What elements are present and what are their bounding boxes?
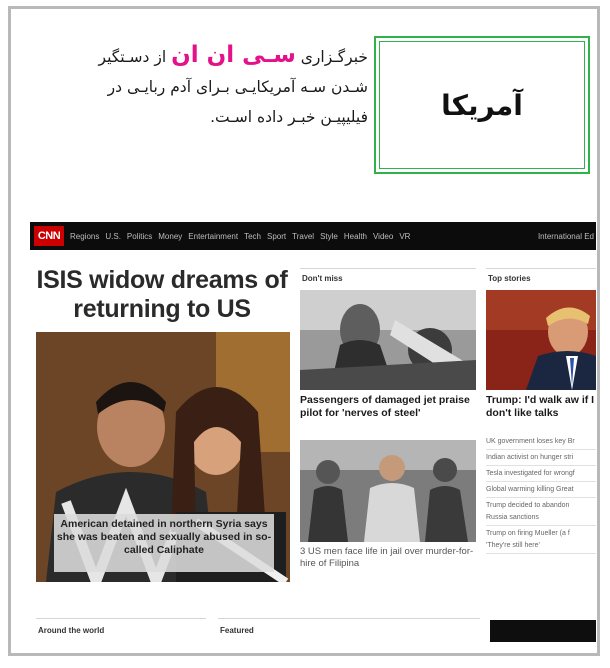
cnn-screenshot: CNN Regions U.S. Politics Money Entertai…: [30, 222, 596, 642]
jet-story-photo[interactable]: [300, 290, 476, 390]
around-world-label: Around the world: [38, 626, 105, 635]
section-divider: [36, 618, 206, 619]
list-item[interactable]: Global warming killing Great: [486, 482, 596, 498]
brand-name: سـی ان ان: [171, 42, 296, 68]
list-item[interactable]: Trump on firing Mueller (a f: [486, 526, 596, 538]
list-item[interactable]: 'They're still here': [486, 538, 596, 554]
top-stories-list: UK government loses key Br Indian activi…: [486, 434, 596, 554]
jet-photo-art: [300, 290, 476, 390]
caption-text-start: خبرگـزاری: [295, 48, 368, 66]
nav-item[interactable]: Sport: [267, 232, 286, 241]
list-item[interactable]: UK government loses key Br: [486, 434, 596, 450]
country-label: آمریکا: [441, 88, 523, 122]
lead-story-caption[interactable]: American detained in northern Syria says…: [54, 514, 274, 572]
edition-selector[interactable]: International Ed: [538, 222, 594, 250]
nav-item[interactable]: Video: [373, 232, 393, 241]
list-item[interactable]: Trump decided to abandon: [486, 498, 596, 510]
caption-line-2: شـدن سـه آمریکایـی بـرای آدم ربایـی در: [107, 78, 368, 96]
nav-item[interactable]: Tech: [244, 232, 261, 241]
list-item[interactable]: Tesla investigated for wrongf: [486, 466, 596, 482]
nav-item[interactable]: Politics: [127, 232, 152, 241]
nav-item[interactable]: Travel: [292, 232, 314, 241]
section-divider: [218, 618, 480, 619]
arrest-photo-art: [300, 440, 476, 542]
trump-photo-art: [486, 290, 596, 390]
nav-item[interactable]: Money: [158, 232, 182, 241]
dont-miss-label: Don't miss: [302, 274, 343, 283]
nav-item[interactable]: VR: [399, 232, 410, 241]
country-label-box: آمریکا: [374, 36, 590, 174]
column-divider: [486, 268, 596, 269]
list-item[interactable]: Russia sanctions: [486, 510, 596, 526]
arrest-story-headline[interactable]: 3 US men face life in jail over murder-f…: [300, 546, 478, 570]
cnn-nav: Regions U.S. Politics Money Entertainmen…: [70, 222, 410, 250]
trump-story-photo[interactable]: [486, 290, 596, 390]
jet-story-headline[interactable]: Passengers of damaged jet praise pilot f…: [300, 394, 478, 420]
nav-item[interactable]: Health: [344, 232, 367, 241]
nav-item[interactable]: Style: [320, 232, 338, 241]
news-caption: خبرگـزاری سـی ان ان از دسـتگیر شـدن سـه …: [20, 40, 368, 132]
nav-item[interactable]: Entertainment: [188, 232, 238, 241]
trump-story-headline[interactable]: Trump: I'd walk aw if I don't like talks: [486, 394, 596, 420]
list-item[interactable]: Indian activist on hunger stri: [486, 450, 596, 466]
column-divider: [300, 268, 476, 269]
arrest-story-photo[interactable]: [300, 440, 476, 542]
nav-item[interactable]: Regions: [70, 232, 99, 241]
nav-item[interactable]: U.S.: [105, 232, 121, 241]
caption-text-end: از دسـتگیر: [98, 48, 172, 66]
footer-dark-block: [490, 620, 596, 642]
caption-line-3: فیلیپیـن خبـر داده اسـت.: [210, 108, 368, 126]
top-stories-label: Top stories: [488, 274, 531, 283]
featured-label: Featured: [220, 626, 254, 635]
lead-story-title[interactable]: ISIS widow dreams of returning to US: [36, 266, 288, 324]
cnn-nav-bar: CNN Regions U.S. Politics Money Entertai…: [30, 222, 596, 250]
caption-line-1: خبرگـزاری سـی ان ان از دسـتگیر: [20, 40, 368, 72]
cnn-logo[interactable]: CNN: [34, 226, 64, 246]
